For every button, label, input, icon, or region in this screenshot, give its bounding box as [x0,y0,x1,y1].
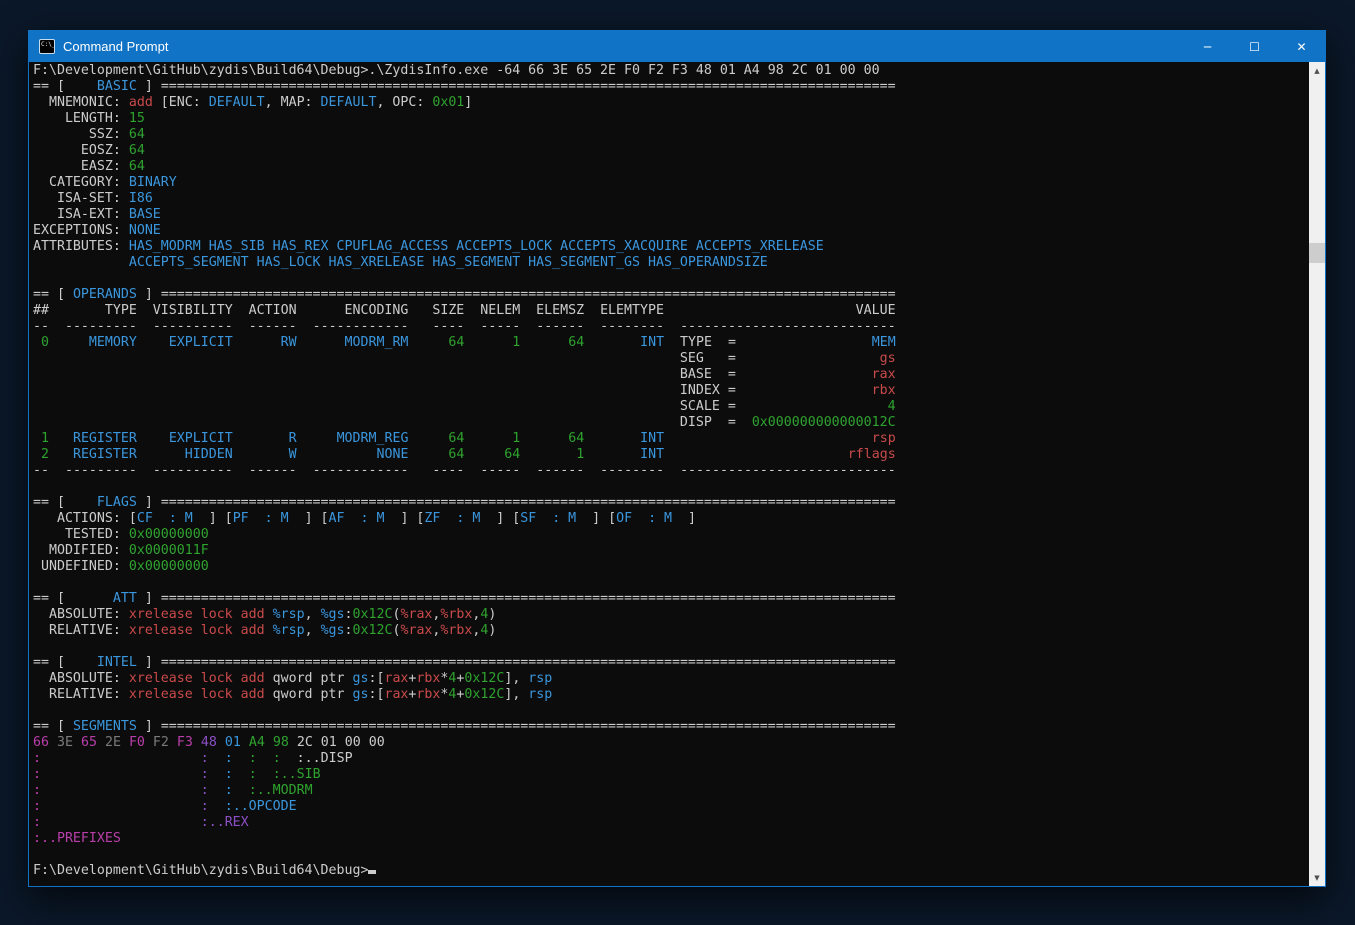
scrollbar[interactable]: ▲ ▼ [1309,62,1325,886]
scroll-up-button[interactable]: ▲ [1309,62,1325,79]
terminal-line: SCALE = 4 [33,399,1309,415]
terminal-line: == [ INTEL ] ===========================… [33,655,1309,671]
terminal-line: MODIFIED: 0x0000011F [33,543,1309,559]
close-button[interactable]: ✕ [1278,31,1325,62]
terminal-line: ACTIONS: [CF : M ] [PF : M ] [AF : M ] [… [33,511,1309,527]
terminal-line: EXCEPTIONS: NONE [33,223,1309,239]
terminal-line: == [ BASIC ] ===========================… [33,79,1309,95]
terminal-line: ABSOLUTE: xrelease lock add qword ptr gs… [33,671,1309,687]
terminal-line [33,639,1309,655]
terminal-line: ABSOLUTE: xrelease lock add %rsp, %gs:0x… [33,607,1309,623]
cmd-icon: C:\_ [39,39,55,54]
terminal-line: F:\Development\GitHub\zydis\Build64\Debu… [33,63,1309,79]
terminal-line: : : : : : :..DISP [33,751,1309,767]
terminal-line: 2 REGISTER HIDDEN W NONE 64 64 1 INT rfl… [33,447,1309,463]
terminal-line: F:\Development\GitHub\zydis\Build64\Debu… [33,863,1309,879]
terminal-line: LENGTH: 15 [33,111,1309,127]
terminal-line: INDEX = rbx [33,383,1309,399]
terminal-output[interactable]: F:\Development\GitHub\zydis\Build64\Debu… [29,62,1309,886]
terminal-line: : : : :..MODRM [33,783,1309,799]
terminal-line: CATEGORY: BINARY [33,175,1309,191]
terminal-line: ATTRIBUTES: HAS_MODRM HAS_SIB HAS_REX CP… [33,239,1309,255]
terminal-window: C:\_ Command Prompt ─ ☐ ✕ F:\Development… [28,30,1326,887]
terminal-line: RELATIVE: xrelease lock add qword ptr gs… [33,687,1309,703]
terminal-line [33,479,1309,495]
terminal-line: 1 REGISTER EXPLICIT R MODRM_REG 64 1 64 … [33,431,1309,447]
terminal-line: : : : : :..SIB [33,767,1309,783]
terminal-line: SEG = gs [33,351,1309,367]
terminal-line [33,847,1309,863]
terminal-line: : : :..OPCODE [33,799,1309,815]
terminal-line: BASE = rax [33,367,1309,383]
title-bar[interactable]: C:\_ Command Prompt ─ ☐ ✕ [29,31,1325,62]
terminal-line: RELATIVE: xrelease lock add %rsp, %gs:0x… [33,623,1309,639]
terminal-line: TESTED: 0x00000000 [33,527,1309,543]
minimize-button[interactable]: ─ [1184,31,1231,62]
terminal-line: ISA-SET: I86 [33,191,1309,207]
scrollbar-thumb[interactable] [1309,243,1325,263]
terminal-line: EOSZ: 64 [33,143,1309,159]
terminal-line: == [ ATT ] =============================… [33,591,1309,607]
terminal-line: -- --------- ---------- ------ ---------… [33,463,1309,479]
terminal-line: 0 MEMORY EXPLICIT RW MODRM_RM 64 1 64 IN… [33,335,1309,351]
terminal-line: :..PREFIXES [33,831,1309,847]
scrollbar-track[interactable] [1309,79,1325,869]
terminal-line [33,271,1309,287]
window-controls: ─ ☐ ✕ [1184,31,1325,62]
terminal-line: == [ SEGMENTS ] ========================… [33,719,1309,735]
terminal-line: ACCEPTS_SEGMENT HAS_LOCK HAS_XRELEASE HA… [33,255,1309,271]
terminal-line: == [ OPERANDS ] ========================… [33,287,1309,303]
terminal-line: MNEMONIC: add [ENC: DEFAULT, MAP: DEFAUL… [33,95,1309,111]
terminal-line: SSZ: 64 [33,127,1309,143]
scroll-down-button[interactable]: ▼ [1309,869,1325,886]
text-cursor [368,870,376,874]
terminal-line: DISP = 0x000000000000012C [33,415,1309,431]
terminal-line [33,703,1309,719]
terminal-line: ISA-EXT: BASE [33,207,1309,223]
terminal-line: UNDEFINED: 0x00000000 [33,559,1309,575]
maximize-button[interactable]: ☐ [1231,31,1278,62]
cmd-icon-glyph: C:\_ [41,41,55,48]
terminal-line: : :..REX [33,815,1309,831]
terminal-line: 66 3E 65 2E F0 F2 F3 48 01 A4 98 2C 01 0… [33,735,1309,751]
terminal-line [33,575,1309,591]
terminal-line: == [ FLAGS ] ===========================… [33,495,1309,511]
terminal-line: -- --------- ---------- ------ ---------… [33,319,1309,335]
terminal-line: ## TYPE VISIBILITY ACTION ENCODING SIZE … [33,303,1309,319]
window-title: Command Prompt [63,39,168,54]
terminal-line: EASZ: 64 [33,159,1309,175]
